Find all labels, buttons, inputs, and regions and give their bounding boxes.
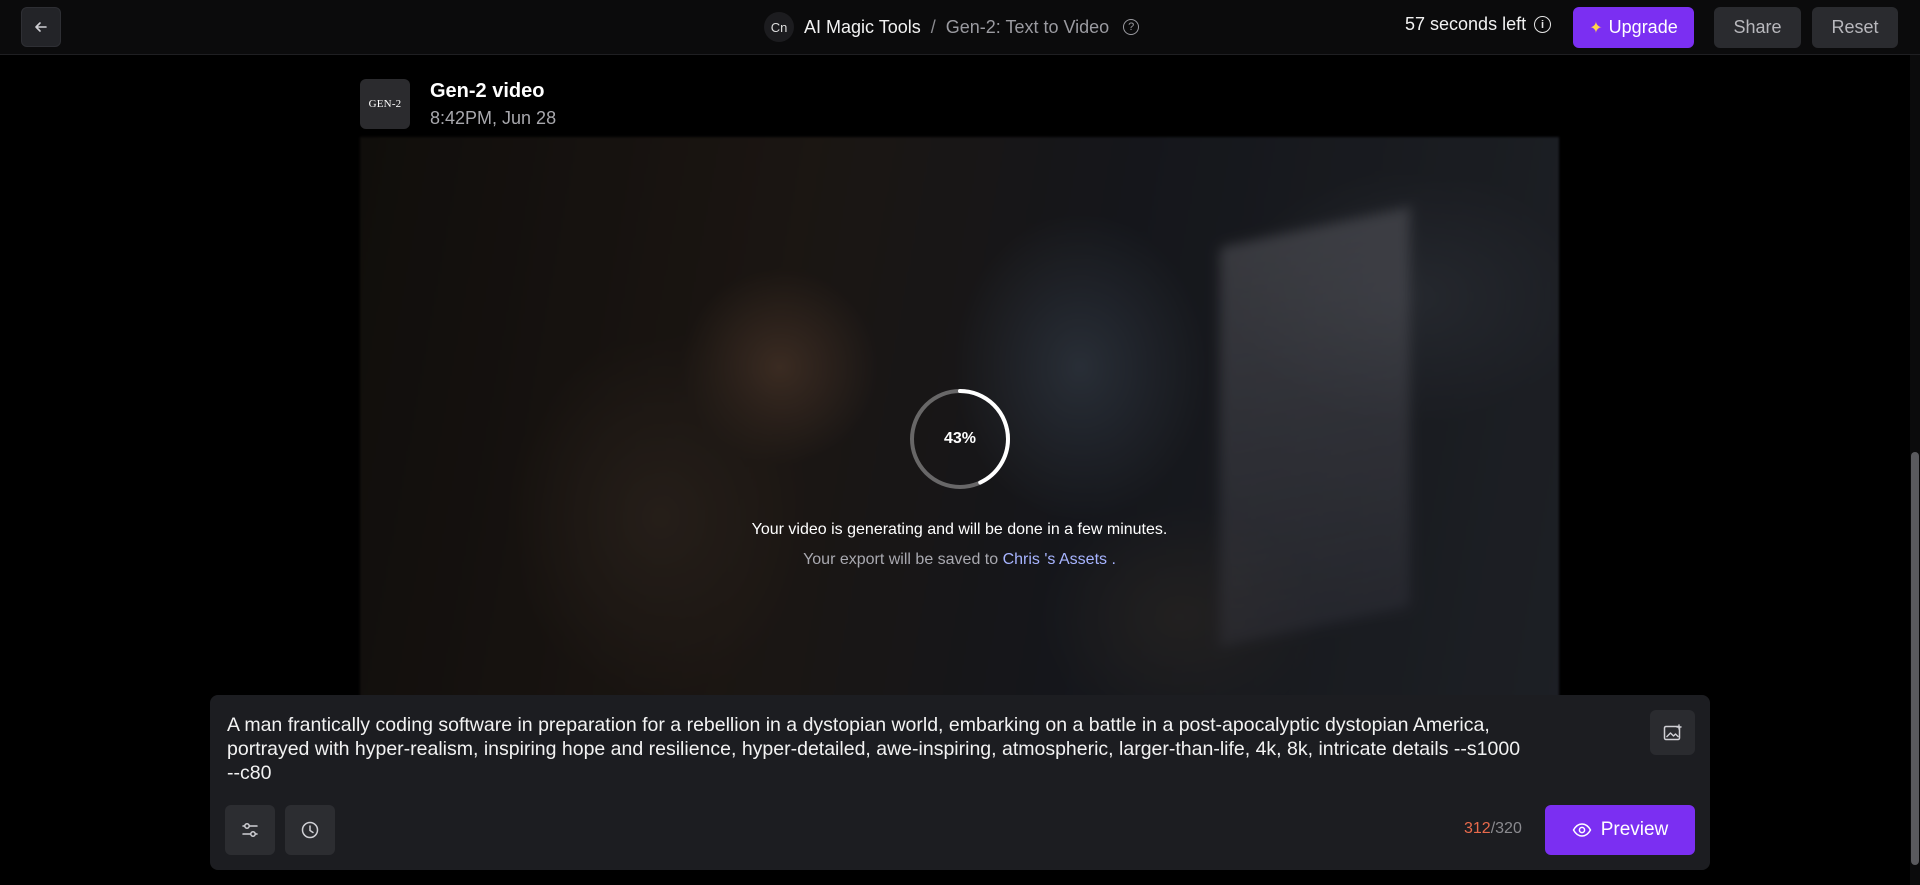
preview-label: Preview (1600, 819, 1669, 840)
top-bar: Cn AI Magic Tools / Gen-2: Text to Video… (0, 0, 1920, 55)
tool-badge[interactable]: Cn (764, 12, 794, 42)
breadcrumb-app-name[interactable]: AI Magic Tools (804, 17, 921, 38)
progress-ring: 43% (909, 388, 1011, 490)
image-add-icon (1663, 723, 1682, 740)
eye-icon (1572, 823, 1591, 837)
video-title: Gen-2 video (430, 80, 545, 102)
clock-icon (301, 821, 319, 839)
breadcrumb-page-name: Gen-2: Text to Video (945, 16, 1110, 37)
gen2-logo: GEN-2 (360, 79, 410, 129)
reset-button[interactable]: Reset (1812, 7, 1898, 48)
arrow-left-icon (35, 22, 47, 32)
export-location-note: Your export will be saved to Chris 's As… (360, 551, 1559, 569)
upgrade-button[interactable]: ✦ Upgrade (1573, 7, 1694, 48)
sparkle-icon: ✦ (1589, 19, 1603, 37)
character-counter: 312/320 (1464, 820, 1522, 838)
time-remaining: 57 seconds left i (1405, 14, 1552, 35)
progress-percent: 43% (943, 430, 977, 447)
history-button[interactable] (285, 805, 335, 855)
scrollbar-track[interactable] (1910, 55, 1920, 885)
back-button[interactable] (21, 7, 61, 47)
settings-button[interactable] (225, 805, 275, 855)
info-circle-icon[interactable]: i (1534, 16, 1552, 33)
assets-link[interactable]: Chris 's Assets (1003, 551, 1107, 568)
scrollbar-thumb[interactable] (1911, 452, 1919, 865)
sliders-icon (242, 823, 258, 837)
breadcrumb-separator: / (930, 16, 936, 37)
share-button[interactable]: Share (1714, 7, 1801, 48)
characters-used: 312 (1464, 820, 1491, 837)
upgrade-label: Upgrade (1608, 17, 1678, 37)
prompt-textarea[interactable]: A man frantically coding software in pre… (227, 713, 1527, 785)
character-limit: /320 (1490, 820, 1522, 837)
add-image-button[interactable] (1650, 710, 1695, 755)
timer-text: 57 seconds left (1405, 14, 1527, 34)
question-circle-icon[interactable]: ? (1123, 19, 1140, 35)
export-prefix: Your export will be saved to (803, 551, 999, 568)
generation-status-message: Your video is generating and will be don… (751, 521, 1168, 538)
breadcrumb: Cn AI Magic Tools / Gen-2: Text to Video… (764, 12, 1140, 42)
video-timestamp: 8:42PM, Jun 28 (430, 108, 557, 128)
preview-button[interactable]: Preview (1545, 805, 1695, 855)
export-suffix: . (1111, 551, 1116, 568)
